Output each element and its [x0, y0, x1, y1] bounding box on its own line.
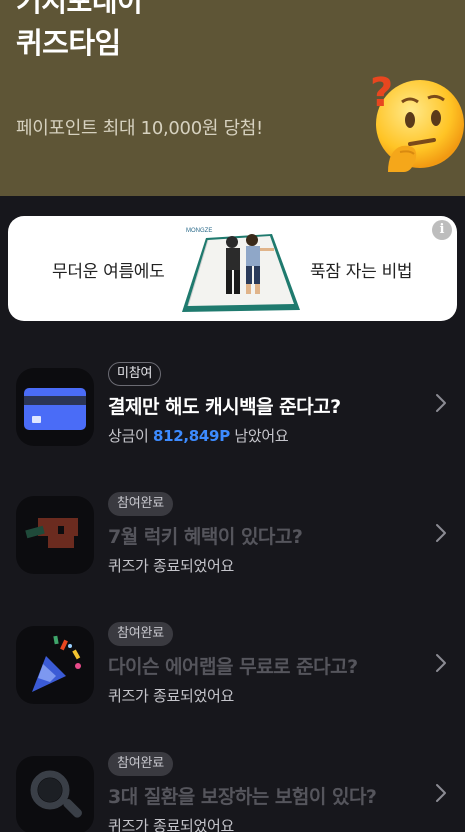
prize-suffix: 남았어요	[229, 427, 289, 445]
quiz-item[interactable]: 참여완료 7월 럭키 혜택이 있다고? 퀴즈가 종료되었어요	[0, 492, 465, 602]
banner-left-text: 무더운 여름에도	[52, 262, 165, 282]
prize-prefix: 상금이	[108, 427, 153, 445]
hero-subtitle: 페이포인트 최대 10,000원 당첨!	[16, 118, 263, 139]
status-badge: 참여완료	[108, 622, 174, 646]
hero-title: 퀴즈타임	[16, 26, 121, 60]
chevron-right-icon	[436, 654, 446, 672]
quiz-title: 7월 럭키 혜택이 있다고?	[108, 526, 303, 548]
svg-text:?: ?	[370, 70, 393, 116]
magnifier-icon	[16, 756, 94, 832]
quiz-item[interactable]: 미참여 결제만 해도 캐시백을 준다고? 상금이 812,849P 남았어요	[0, 362, 465, 472]
ad-banner[interactable]: 무더운 여름에도 MONGZE 푹잠 자는 비법 i	[8, 216, 457, 321]
quiz-item[interactable]: 참여완료 3대 질환을 보장하는 보험이 있다? 퀴즈가 종료되었어요	[0, 752, 465, 832]
chevron-right-icon	[436, 784, 446, 802]
quiz-subtitle: 상금이 812,849P 남았어요	[108, 425, 289, 446]
hero-section: 기지포네이 퀴즈타임 페이포인트 최대 10,000원 당첨! ?	[0, 0, 465, 196]
thinking-face-icon: ?	[366, 68, 464, 172]
quiz-subtitle: 퀴즈가 종료되었어요	[108, 557, 234, 575]
status-badge: 미참여	[108, 362, 162, 386]
credit-card-icon	[16, 368, 94, 446]
status-badge: 참여완료	[108, 492, 174, 516]
quiz-item[interactable]: 참여완료 다이슨 에어랩을 무료로 준다고? 퀴즈가 종료되었어요	[0, 622, 465, 732]
brand-logo: MONGZE	[186, 228, 212, 234]
party-popper-icon	[16, 626, 94, 704]
quiz-title: 3대 질환을 보장하는 보험이 있다?	[108, 786, 377, 808]
hero-title-top: 기지포네이	[16, 0, 143, 18]
chevron-right-icon	[436, 524, 446, 542]
status-badge: 참여완료	[108, 752, 174, 776]
mattress-image: MONGZE	[178, 216, 302, 321]
quiz-subtitle: 퀴즈가 종료되었어요	[108, 817, 234, 832]
quiz-title: 결제만 해도 캐시백을 준다고?	[108, 396, 341, 418]
quiz-title: 다이슨 에어랩을 무료로 준다고?	[108, 656, 358, 678]
prize-amount: 812,849P	[152, 427, 230, 445]
coupon-icon	[16, 496, 94, 574]
quiz-subtitle: 퀴즈가 종료되었어요	[108, 687, 234, 705]
banner-right-text: 푹잠 자는 비법	[310, 262, 413, 282]
chevron-right-icon	[436, 394, 446, 412]
info-icon[interactable]: i	[432, 220, 452, 240]
